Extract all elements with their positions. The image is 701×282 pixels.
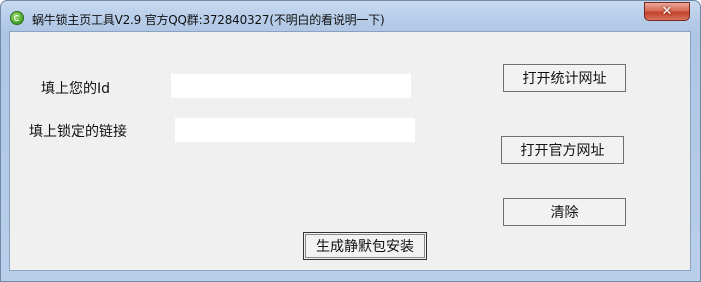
main-window: 蜗牛锁主页工具V2.9 官方QQ群:372840327(不明白的看说明一下) ✕… bbox=[0, 0, 701, 282]
client-area: 填上您的Id 填上锁定的链接 打开统计网址 打开官方网址 清除 生成静默包安装 bbox=[9, 31, 691, 271]
link-input[interactable] bbox=[175, 118, 415, 142]
link-label: 填上锁定的链接 bbox=[29, 124, 127, 140]
open-stats-url-button[interactable]: 打开统计网址 bbox=[503, 64, 626, 92]
open-official-url-button[interactable]: 打开官方网址 bbox=[501, 136, 624, 164]
window-title: 蜗牛锁主页工具V2.9 官方QQ群:372840327(不明白的看说明一下) bbox=[32, 13, 385, 27]
generate-silent-install-button[interactable]: 生成静默包安装 bbox=[303, 232, 427, 260]
close-icon: ✕ bbox=[661, 4, 673, 19]
close-button[interactable]: ✕ bbox=[644, 2, 690, 21]
title-bar[interactable]: 蜗牛锁主页工具V2.9 官方QQ群:372840327(不明白的看说明一下) ✕ bbox=[1, 1, 700, 33]
app-icon bbox=[10, 11, 24, 25]
id-input[interactable] bbox=[171, 74, 411, 98]
clear-button[interactable]: 清除 bbox=[503, 198, 626, 226]
id-label: 填上您的Id bbox=[41, 81, 111, 97]
